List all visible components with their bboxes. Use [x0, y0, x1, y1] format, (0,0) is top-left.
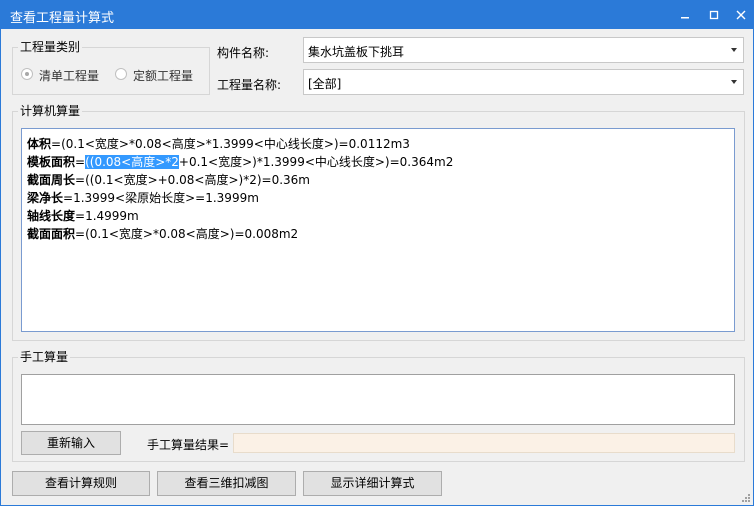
- calc-line-formwork-area: 模板面积=((0.08<高度>*2+0.1<宽度>)*1.3999<中心线长度>…: [27, 155, 454, 169]
- view-calc-rules-button[interactable]: 查看计算规则: [12, 471, 150, 496]
- radio-bill-quantity[interactable]: 清单工程量: [21, 67, 111, 83]
- calc-line-section-perimeter: 截面周长=((0.1<宽度>+0.08<高度>)*2)=0.36m: [27, 173, 310, 187]
- radio-circle: [115, 68, 127, 80]
- maximize-icon: [709, 10, 719, 20]
- manual-result-label: 手工算量结果=: [147, 438, 230, 452]
- computer-calc-label: 计算机算量: [18, 102, 83, 119]
- reenter-button[interactable]: 重新输入: [21, 431, 121, 455]
- radio-quota-label: 定额工程量: [133, 69, 194, 83]
- calc-line-beam-net-length: 梁净长=1.3999<梁原始长度>=1.3999m: [27, 191, 259, 205]
- window-title: 查看工程量计算式: [10, 11, 115, 26]
- calc-line-axis-length: 轴线长度=1.4999m: [27, 209, 139, 223]
- minimize-icon: [681, 17, 689, 19]
- component-name-label: 构件名称:: [217, 46, 270, 60]
- calc-line-section-area: 截面面积=(0.1<宽度>*0.08<高度>)=0.008m2: [27, 227, 299, 241]
- component-name-select[interactable]: 集水坑盖板下挑耳: [303, 37, 744, 63]
- dialog-window: 查看工程量计算式 工程量类别 清单工程量 定额工程量 构件名称: 集水坑盖板下挑…: [0, 0, 754, 506]
- computer-calc-textarea[interactable]: 体积=(0.1<宽度>*0.08<高度>*1.3999<中心线长度>)=0.01…: [21, 128, 735, 332]
- radio-quota-quantity[interactable]: 定额工程量: [115, 67, 205, 83]
- close-icon: [736, 10, 746, 20]
- minimize-button[interactable]: [674, 5, 696, 25]
- radio-bill-label: 清单工程量: [39, 69, 100, 83]
- dropdown-arrow-icon: [731, 80, 737, 84]
- manual-result-field[interactable]: [233, 433, 735, 453]
- title-bar[interactable]: 查看工程量计算式: [1, 1, 753, 29]
- radio-circle: [21, 68, 33, 80]
- close-button[interactable]: [730, 5, 752, 25]
- selected-text: ((0.08<高度>*2: [85, 155, 179, 169]
- maximize-button[interactable]: [703, 5, 725, 25]
- calc-line-volume: 体积=(0.1<宽度>*0.08<高度>*1.3999<中心线长度>)=0.01…: [27, 137, 410, 151]
- category-group-label: 工程量类别: [18, 38, 83, 55]
- quantity-name-select[interactable]: [全部]: [303, 69, 744, 95]
- view-3d-deduction-button[interactable]: 查看三维扣减图: [157, 471, 296, 496]
- quantity-name-value: [全部]: [308, 77, 342, 91]
- quantity-name-label: 工程量名称:: [217, 78, 282, 92]
- resize-grip-icon[interactable]: [741, 493, 751, 503]
- manual-calc-textarea[interactable]: [21, 374, 735, 425]
- dropdown-arrow-icon: [731, 48, 737, 52]
- manual-calc-label: 手工算量: [18, 348, 71, 365]
- show-detailed-formula-button[interactable]: 显示详细计算式: [303, 471, 442, 496]
- component-name-value: 集水坑盖板下挑耳: [308, 45, 405, 59]
